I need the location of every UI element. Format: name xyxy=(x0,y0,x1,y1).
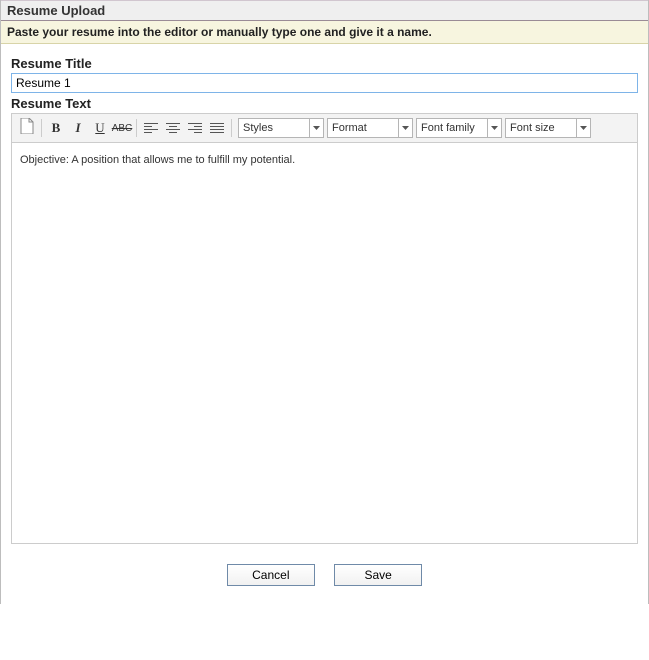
font-family-dropdown[interactable]: Font family xyxy=(416,118,502,138)
toolbar-separator xyxy=(41,119,42,137)
align-right-button[interactable] xyxy=(184,117,206,139)
action-button-row: Cancel Save xyxy=(1,552,648,604)
chevron-down-icon xyxy=(309,119,323,137)
rich-text-editor: B I U ABC xyxy=(11,113,638,544)
bold-button[interactable]: B xyxy=(45,117,67,139)
styles-dropdown[interactable]: Styles xyxy=(238,118,324,138)
chevron-down-icon xyxy=(576,119,590,137)
chevron-down-icon xyxy=(398,119,412,137)
font-size-dropdown-label: Font size xyxy=(510,122,572,134)
toolbar-separator xyxy=(136,119,137,137)
italic-button[interactable]: I xyxy=(67,117,89,139)
form-area: Resume Title Resume Text B I U ABC xyxy=(1,44,648,552)
cancel-button[interactable]: Cancel xyxy=(227,564,315,586)
panel-title: Resume Upload xyxy=(1,0,648,21)
align-justify-button[interactable] xyxy=(206,117,228,139)
styles-dropdown-label: Styles xyxy=(243,122,305,134)
align-left-icon xyxy=(144,123,158,133)
align-justify-icon xyxy=(210,123,224,133)
align-center-icon xyxy=(166,123,180,133)
format-dropdown-label: Format xyxy=(332,122,394,134)
toolbar-separator xyxy=(231,119,232,137)
align-left-button[interactable] xyxy=(140,117,162,139)
align-right-icon xyxy=(188,123,202,133)
font-family-dropdown-label: Font family xyxy=(421,122,483,134)
save-button[interactable]: Save xyxy=(334,564,422,586)
strikethrough-button[interactable]: ABC xyxy=(111,117,133,139)
new-document-icon xyxy=(20,118,34,138)
editor-toolbar: B I U ABC xyxy=(12,114,637,143)
resume-title-input[interactable] xyxy=(11,73,638,93)
align-center-button[interactable] xyxy=(162,117,184,139)
format-dropdown[interactable]: Format xyxy=(327,118,413,138)
resume-upload-panel: Resume Upload Paste your resume into the… xyxy=(0,0,649,604)
resume-title-label: Resume Title xyxy=(11,56,638,71)
editor-content-area[interactable]: Objective: A position that allows me to … xyxy=(12,143,637,543)
resume-text-label: Resume Text xyxy=(11,96,638,111)
chevron-down-icon xyxy=(487,119,501,137)
underline-button[interactable]: U xyxy=(89,117,111,139)
new-document-button[interactable] xyxy=(16,117,38,139)
instruction-text: Paste your resume into the editor or man… xyxy=(1,21,648,44)
font-size-dropdown[interactable]: Font size xyxy=(505,118,591,138)
